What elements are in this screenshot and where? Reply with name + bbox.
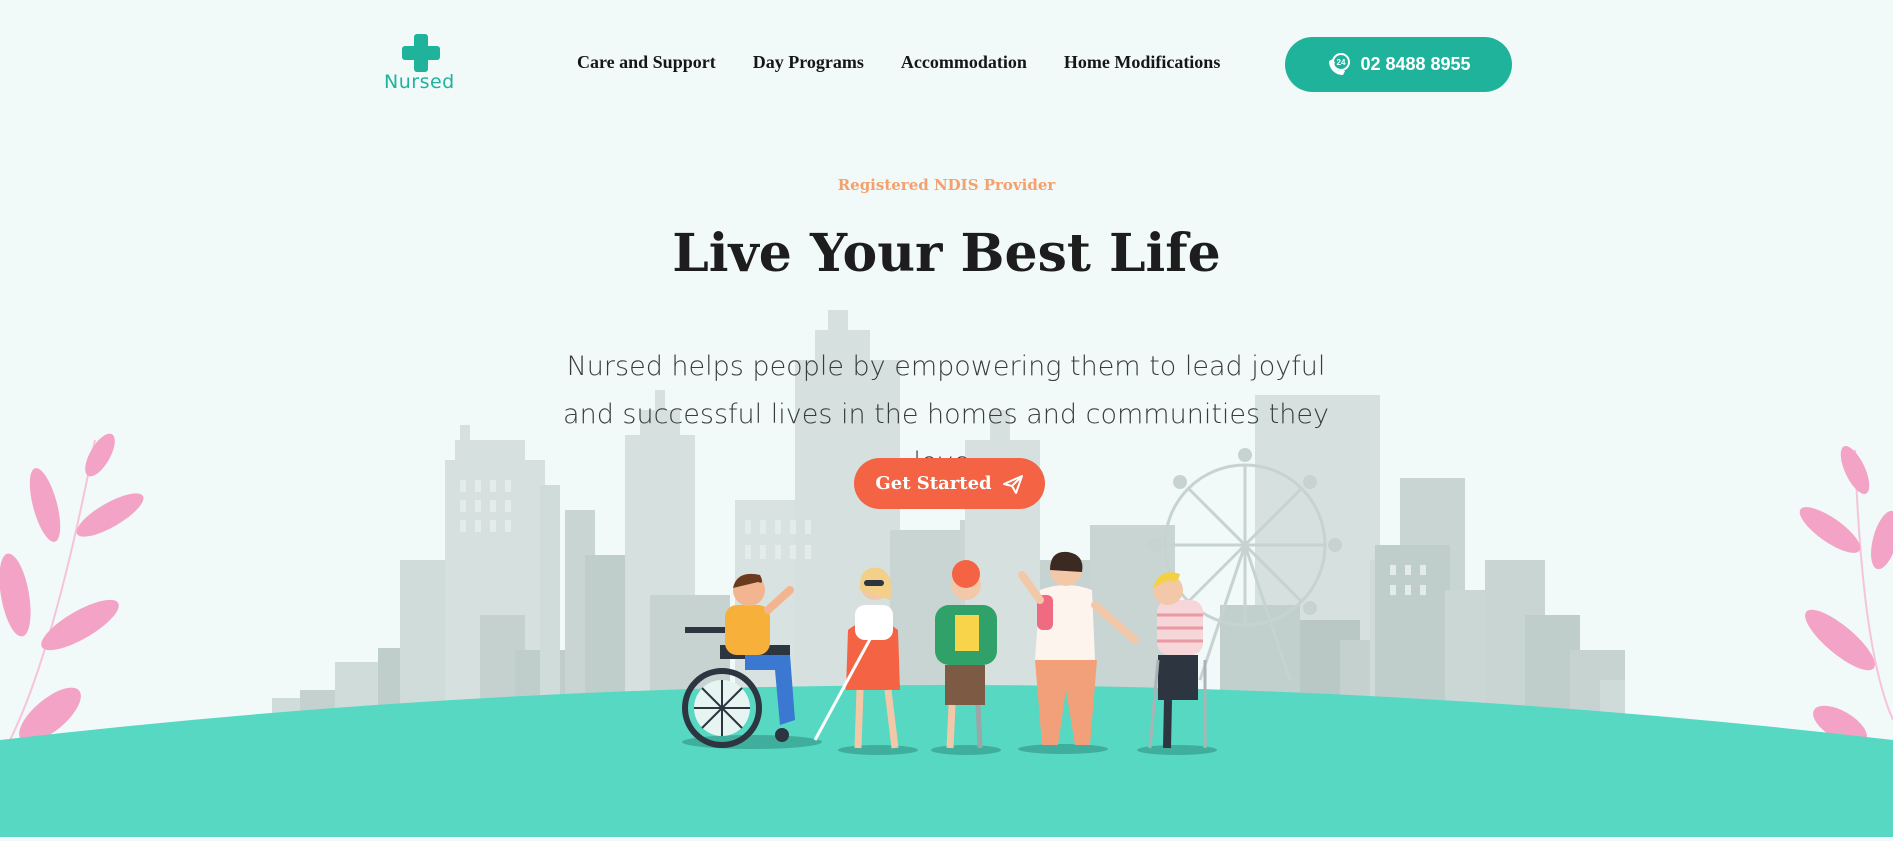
- brand-name: Nursed: [384, 71, 455, 93]
- pink-leaves-left: [0, 433, 144, 743]
- phone-badge-text: 24: [1337, 58, 1346, 67]
- hero-title: Live Your Best Life: [672, 223, 1221, 284]
- brand-logo[interactable]: Nursed: [384, 34, 454, 94]
- nav-home-modifications[interactable]: Home Modifications: [1064, 52, 1220, 73]
- phone-call-button[interactable]: 24 02 8488 8955: [1285, 37, 1512, 92]
- get-started-button[interactable]: Get Started: [854, 458, 1045, 509]
- medical-cross-icon: [402, 34, 440, 72]
- phone-24h-icon: 24: [1329, 52, 1351, 75]
- site-header: Nursed Care and Support Day Programs Acc…: [0, 0, 1893, 128]
- nav-care-and-support[interactable]: Care and Support: [577, 52, 716, 73]
- main-nav: Care and Support Day Programs Accommodat…: [577, 52, 1220, 73]
- phone-number: 02 8488 8955: [1360, 54, 1471, 74]
- nav-day-programs[interactable]: Day Programs: [753, 52, 864, 73]
- nav-accommodation[interactable]: Accommodation: [901, 52, 1027, 73]
- get-started-label: Get Started: [875, 473, 992, 494]
- pink-leaves-right: [1799, 446, 1893, 745]
- paper-plane-icon: [1002, 474, 1023, 494]
- hero-eyebrow: Registered NDIS Provider: [837, 176, 1056, 194]
